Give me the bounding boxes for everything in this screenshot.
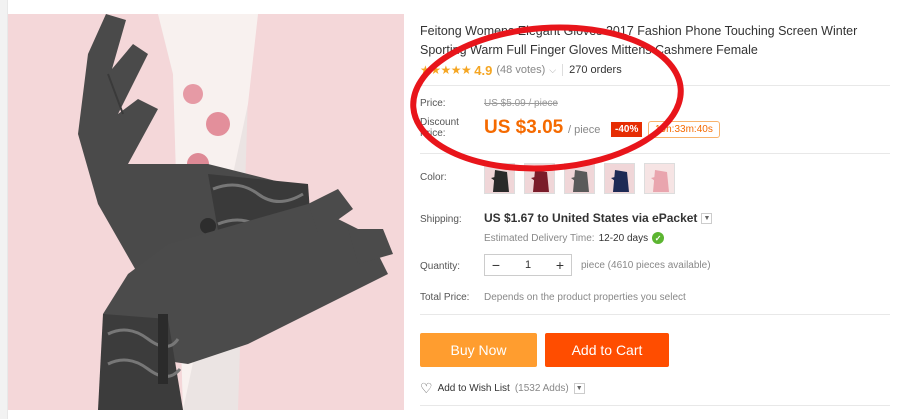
estimated-delivery: Estimated Delivery Time: 12-20 days ✓ [484,232,665,244]
color-swatch-gray[interactable] [564,163,595,194]
shipping-text[interactable]: US $1.67 to United States via ePacket [484,211,697,225]
original-price: US $5.09 / piece [484,98,558,109]
quantity-input[interactable]: 1 [507,259,549,271]
total-price-label: Total Price: [420,292,470,303]
wish-list-link[interactable]: ♡ Add to Wish List (1532 Adds) ▼ [420,380,585,397]
color-swatches [484,163,675,194]
divider [562,64,564,76]
votes-count[interactable]: (48 votes) [496,64,545,76]
shipping-value[interactable]: US $1.67 to United States via ePacket ▼ [484,211,713,225]
color-swatch-wine-red[interactable] [524,163,555,194]
divider [420,153,890,154]
rating-stars-icon: ★★★★★ [420,63,472,77]
rating-row: ★★★★★ 4.9 (48 votes) ⌵ 270 orders [420,62,622,78]
heart-plus-icon[interactable]: ♡ [420,380,433,397]
color-swatch-navy[interactable] [604,163,635,194]
discount-price-label: Price: [420,128,446,139]
check-circle-icon: ✓ [652,232,665,244]
buy-now-button[interactable]: Buy Now [420,333,537,367]
color-swatch-pink[interactable] [644,163,675,194]
quantity-availability: piece (4610 pieces available) [581,260,711,271]
divider [420,314,890,315]
eta-label: Estimated Delivery Time: [484,232,595,244]
decrement-button[interactable]: − [485,255,507,275]
price-unit: / piece [568,124,601,136]
product-title[interactable]: Feitong Womens Elegant Gloves 2017 Fashi… [420,22,900,60]
add-to-cart-button[interactable]: Add to Cart [545,333,669,367]
countdown-timer: 19h:33m:40s [648,121,720,138]
total-price-note: Depends on the product properties you se… [484,292,686,303]
price-label: Price: [420,98,446,109]
product-page: Feitong Womens Elegant Gloves 2017 Fashi… [0,0,919,419]
color-swatch-black[interactable] [484,163,515,194]
product-info-panel: Feitong Womens Elegant Gloves 2017 Fashi… [420,0,910,419]
wish-list-label[interactable]: Add to Wish List [438,383,510,394]
increment-button[interactable]: + [549,255,571,275]
orders-count: 270 orders [569,64,622,76]
gloves-illustration [8,14,404,410]
chevron-down-icon[interactable]: ⌵ [549,65,556,76]
chevron-down-icon[interactable]: ▼ [573,383,585,394]
eta-value: 12-20 days [598,232,649,244]
chevron-down-icon[interactable]: ▼ [701,212,713,224]
quantity-label: Quantity: [420,261,461,272]
divider [420,85,890,86]
wish-list-count: (1532 Adds) [514,383,569,394]
quantity-stepper: − 1 + [484,254,572,276]
rating-value: 4.9 [474,62,493,78]
divider [420,405,890,406]
left-edge-strip [0,0,8,419]
discount-price: US $3.05 [484,117,564,138]
shipping-label: Shipping: [420,214,462,225]
color-label: Color: [420,172,447,183]
discount-badge: -40% [611,122,643,137]
discount-label: Discount [420,117,459,128]
product-photo[interactable] [8,14,404,410]
